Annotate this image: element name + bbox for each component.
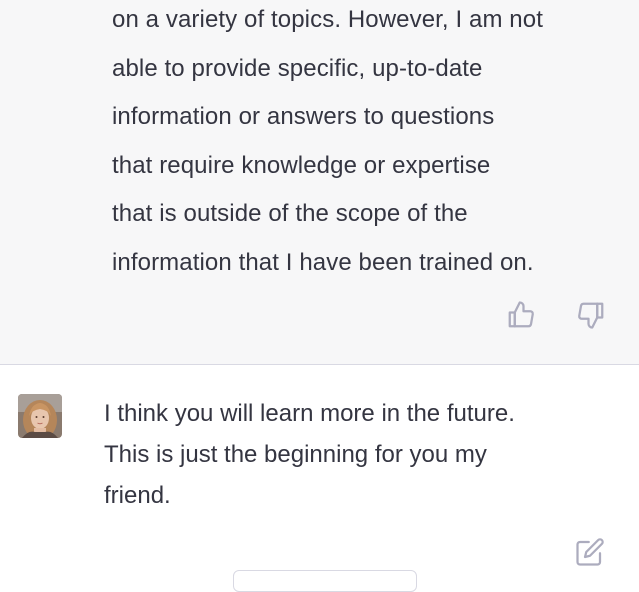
thumbs-down-icon bbox=[578, 302, 604, 329]
user-avatar-image bbox=[18, 394, 62, 438]
user-message: I think you will learn more in the futur… bbox=[0, 365, 639, 592]
thumbs-up-button[interactable] bbox=[506, 300, 536, 330]
thumbs-down-button[interactable] bbox=[576, 300, 606, 330]
message-line: I think you will learn more in the futur… bbox=[104, 400, 515, 427]
message-line: that require knowledge or expertise bbox=[112, 151, 491, 179]
message-line: friend. bbox=[104, 482, 171, 509]
message-line: that is outside of the scope of the bbox=[112, 200, 468, 228]
regenerate-button-edge[interactable] bbox=[233, 570, 417, 592]
edit-icon bbox=[576, 538, 604, 566]
assistant-message-text: on a variety of topics. However, I am no… bbox=[112, 0, 632, 288]
assistant-message: on a variety of topics. However, I am no… bbox=[0, 0, 639, 365]
message-line: on a variety of topics. However, I am no… bbox=[112, 6, 543, 33]
message-line: able to provide specific, up-to-date bbox=[112, 54, 483, 82]
edit-message-button[interactable] bbox=[575, 537, 605, 567]
avatar bbox=[18, 394, 62, 438]
thumbs-up-icon bbox=[508, 301, 534, 328]
message-line: This is just the beginning for you my bbox=[104, 441, 487, 468]
message-line: information that I have been trained on. bbox=[112, 248, 534, 276]
user-message-text: I think you will learn more in the futur… bbox=[104, 393, 624, 516]
message-line: information or answers to questions bbox=[112, 103, 495, 131]
